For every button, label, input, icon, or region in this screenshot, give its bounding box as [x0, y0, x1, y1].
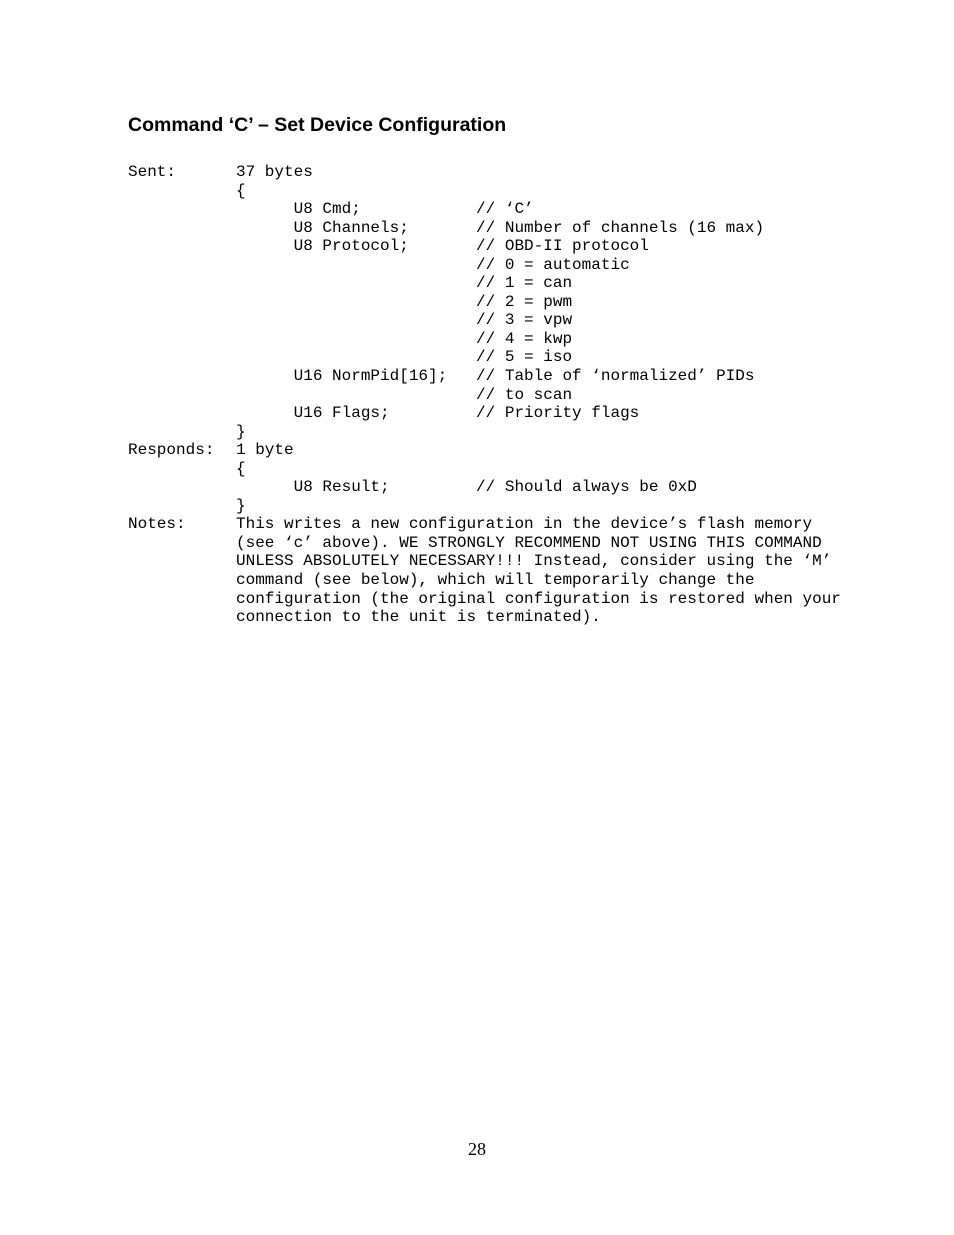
- page: Command ‘C’ – Set Device Configuration S…: [0, 0, 954, 1235]
- notes-text: This writes a new configuration in the d…: [236, 515, 844, 626]
- notes-body: This writes a new configuration in the d…: [236, 515, 844, 626]
- responds-label: Responds:: [128, 441, 236, 460]
- responds-row: Responds: 1 byte { U8 Result; // Should …: [128, 441, 844, 515]
- responds-body: 1 byte { U8 Result; // Should always be …: [236, 441, 844, 515]
- sent-code: 37 bytes { U8 Cmd; // ‘C’ U8 Channels; /…: [236, 163, 844, 441]
- sent-body: 37 bytes { U8 Cmd; // ‘C’ U8 Channels; /…: [236, 163, 844, 441]
- responds-code: 1 byte { U8 Result; // Should always be …: [236, 441, 844, 515]
- notes-label: Notes:: [128, 515, 236, 534]
- sent-row: Sent: 37 bytes { U8 Cmd; // ‘C’ U8 Chann…: [128, 163, 844, 441]
- page-number: 28: [0, 1139, 954, 1160]
- section-heading: Command ‘C’ – Set Device Configuration: [128, 114, 844, 137]
- sent-label: Sent:: [128, 163, 236, 182]
- notes-row: Notes: This writes a new configuration i…: [128, 515, 844, 626]
